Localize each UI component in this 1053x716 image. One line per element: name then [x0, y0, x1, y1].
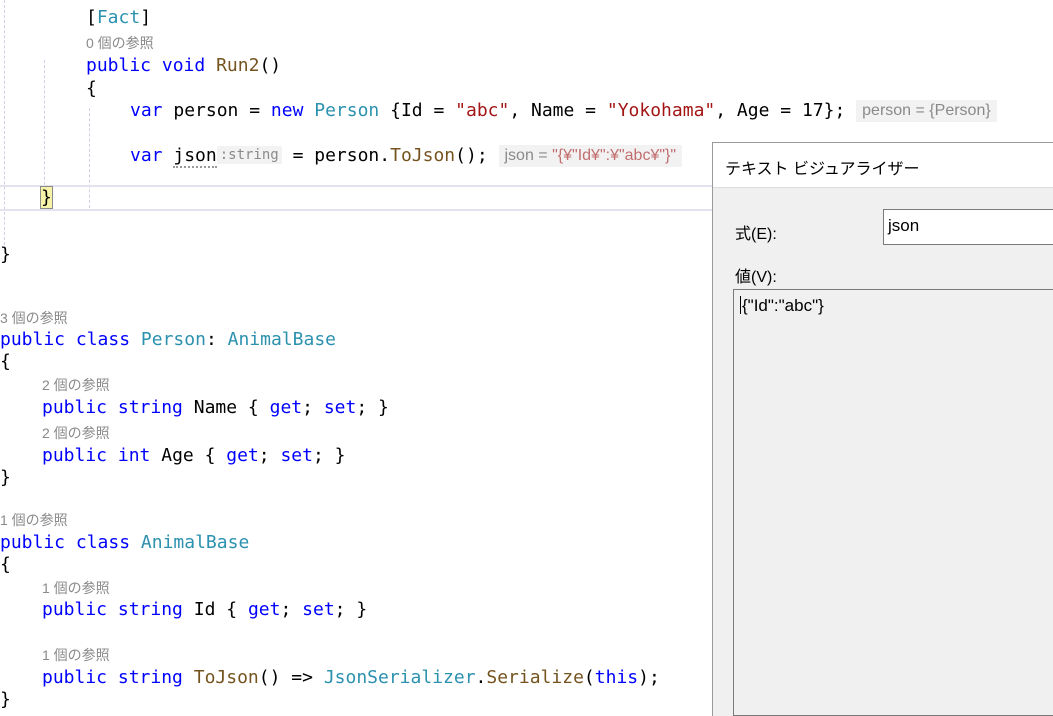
code-line-open-brace[interactable]: { — [86, 77, 97, 101]
codelens-person-references[interactable]: 3 個の参照 — [0, 309, 68, 327]
code-line-json-declaration[interactable]: var json:string = person.ToJson(); json … — [130, 144, 683, 168]
code-line-id-property[interactable]: public string Id { get; set; } — [42, 598, 367, 622]
expression-label: 式(E): — [735, 226, 777, 243]
brace-match-highlight: } — [40, 186, 53, 209]
code-line-class-person[interactable]: public class Person: AnimalBase — [0, 328, 336, 352]
datatip-json[interactable]: json = "{¥"Id¥":¥"abc¥"}" — [498, 145, 683, 167]
text-visualizer-dialog[interactable]: テキスト ビジュアライザー 式(E): json 値(V): {"Id":"ab… — [712, 142, 1053, 716]
code-line-class-animalbase[interactable]: public class AnimalBase — [0, 531, 249, 555]
text-caret — [740, 296, 741, 314]
current-line-highlight — [0, 185, 712, 211]
code-line-close-brace[interactable]: } — [0, 466, 11, 490]
value-textarea[interactable]: {"Id":"abc"} — [733, 289, 1053, 716]
code-line-close-brace-class[interactable]: } — [0, 243, 11, 267]
code-line-person-declaration[interactable]: var person = new Person {Id = "abc", Nam… — [130, 99, 997, 123]
code-line-close-brace[interactable]: } — [0, 688, 11, 712]
dialog-title-bar[interactable]: テキスト ビジュアライザー — [713, 143, 1053, 188]
code-line-tojson-method[interactable]: public string ToJson() => JsonSerializer… — [42, 666, 660, 690]
code-line-close-brace-method[interactable]: } — [40, 186, 53, 210]
code-line-open-brace[interactable]: { — [0, 553, 11, 577]
code-line-name-property[interactable]: public string Name { get; set; } — [42, 396, 389, 420]
codelens-animalbase-references[interactable]: 1 個の参照 — [0, 511, 68, 529]
codelens-id-references[interactable]: 1 個の参照 — [42, 579, 110, 597]
value-label: 値(V): — [735, 269, 777, 286]
expression-field[interactable]: json — [883, 209, 1053, 245]
indent-guide — [4, 0, 5, 250]
datatip-person[interactable]: person = {Person} — [856, 100, 997, 122]
code-line-age-property[interactable]: public int Age { get; set; } — [42, 444, 345, 468]
codelens-run2-references[interactable]: 0 個の参照 — [86, 34, 154, 52]
value-text: {"Id":"abc"} — [742, 296, 824, 315]
codelens-age-references[interactable]: 2 個の参照 — [42, 424, 110, 442]
codelens-name-references[interactable]: 2 個の参照 — [42, 376, 110, 394]
code-line-open-brace[interactable]: { — [0, 350, 11, 374]
inlay-type-hint: :string — [216, 146, 282, 164]
codelens-tojson-references[interactable]: 1 個の参照 — [42, 646, 110, 664]
code-line-run2-signature[interactable]: public void Run2() — [86, 54, 281, 78]
dialog-title: テキスト ビジュアライザー — [725, 161, 920, 178]
code-line-fact[interactable]: [Fact] — [86, 6, 151, 30]
